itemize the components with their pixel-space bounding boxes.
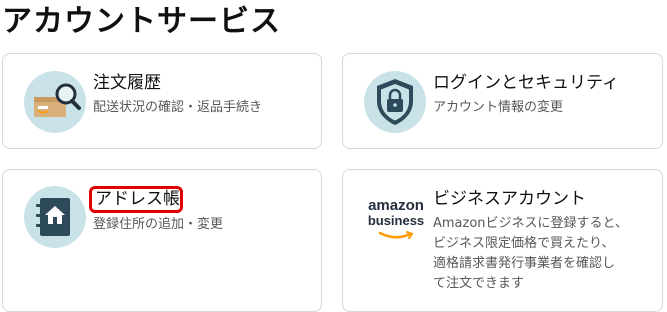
business-desc-line: ビジネス限定価格で買えたり、 [433,236,615,251]
logo-line-amazon: amazon [368,197,424,214]
card-address-book[interactable]: アドレス帳 登録住所の追加・変更 [2,169,322,312]
amazon-business-logo: amazon business [361,196,431,250]
card-business-description: Amazonビジネスに登録すると、 ビジネス限定価格で買えたり、 適格請求書発行… [433,214,658,294]
logo-line-business: business [367,213,425,228]
card-security-title: ログインとセキュリティ [433,73,619,93]
business-desc-line: Amazonビジネスに登録すると、 [433,216,629,231]
card-address-subtitle: 登録住所の追加・変更 [93,217,224,232]
card-orders-title: 注文履歴 [93,73,161,93]
page-title: アカウントサービス [2,4,281,39]
shield-lock-icon [364,71,426,133]
card-orders-subtitle: 配送状況の確認・返品手続き [93,100,263,115]
amazon-smile-icon [378,231,414,239]
card-business-account[interactable]: amazon business ビジネスアカウント Amazonビジネスに登録す… [342,169,663,312]
business-desc-line: 適格請求書発行事業者を確認し [433,256,616,271]
address-book-home-icon [24,186,86,248]
card-business-title: ビジネスアカウント [433,189,586,209]
business-desc-line: て注文できます [433,276,525,291]
card-security-subtitle: アカウント情報の変更 [433,100,564,115]
package-search-icon [24,71,86,133]
card-address-title: アドレス帳 [95,189,180,209]
card-orders[interactable]: 注文履歴 配送状況の確認・返品手続き [2,53,322,149]
card-login-security[interactable]: ログインとセキュリティ アカウント情報の変更 [342,53,663,149]
